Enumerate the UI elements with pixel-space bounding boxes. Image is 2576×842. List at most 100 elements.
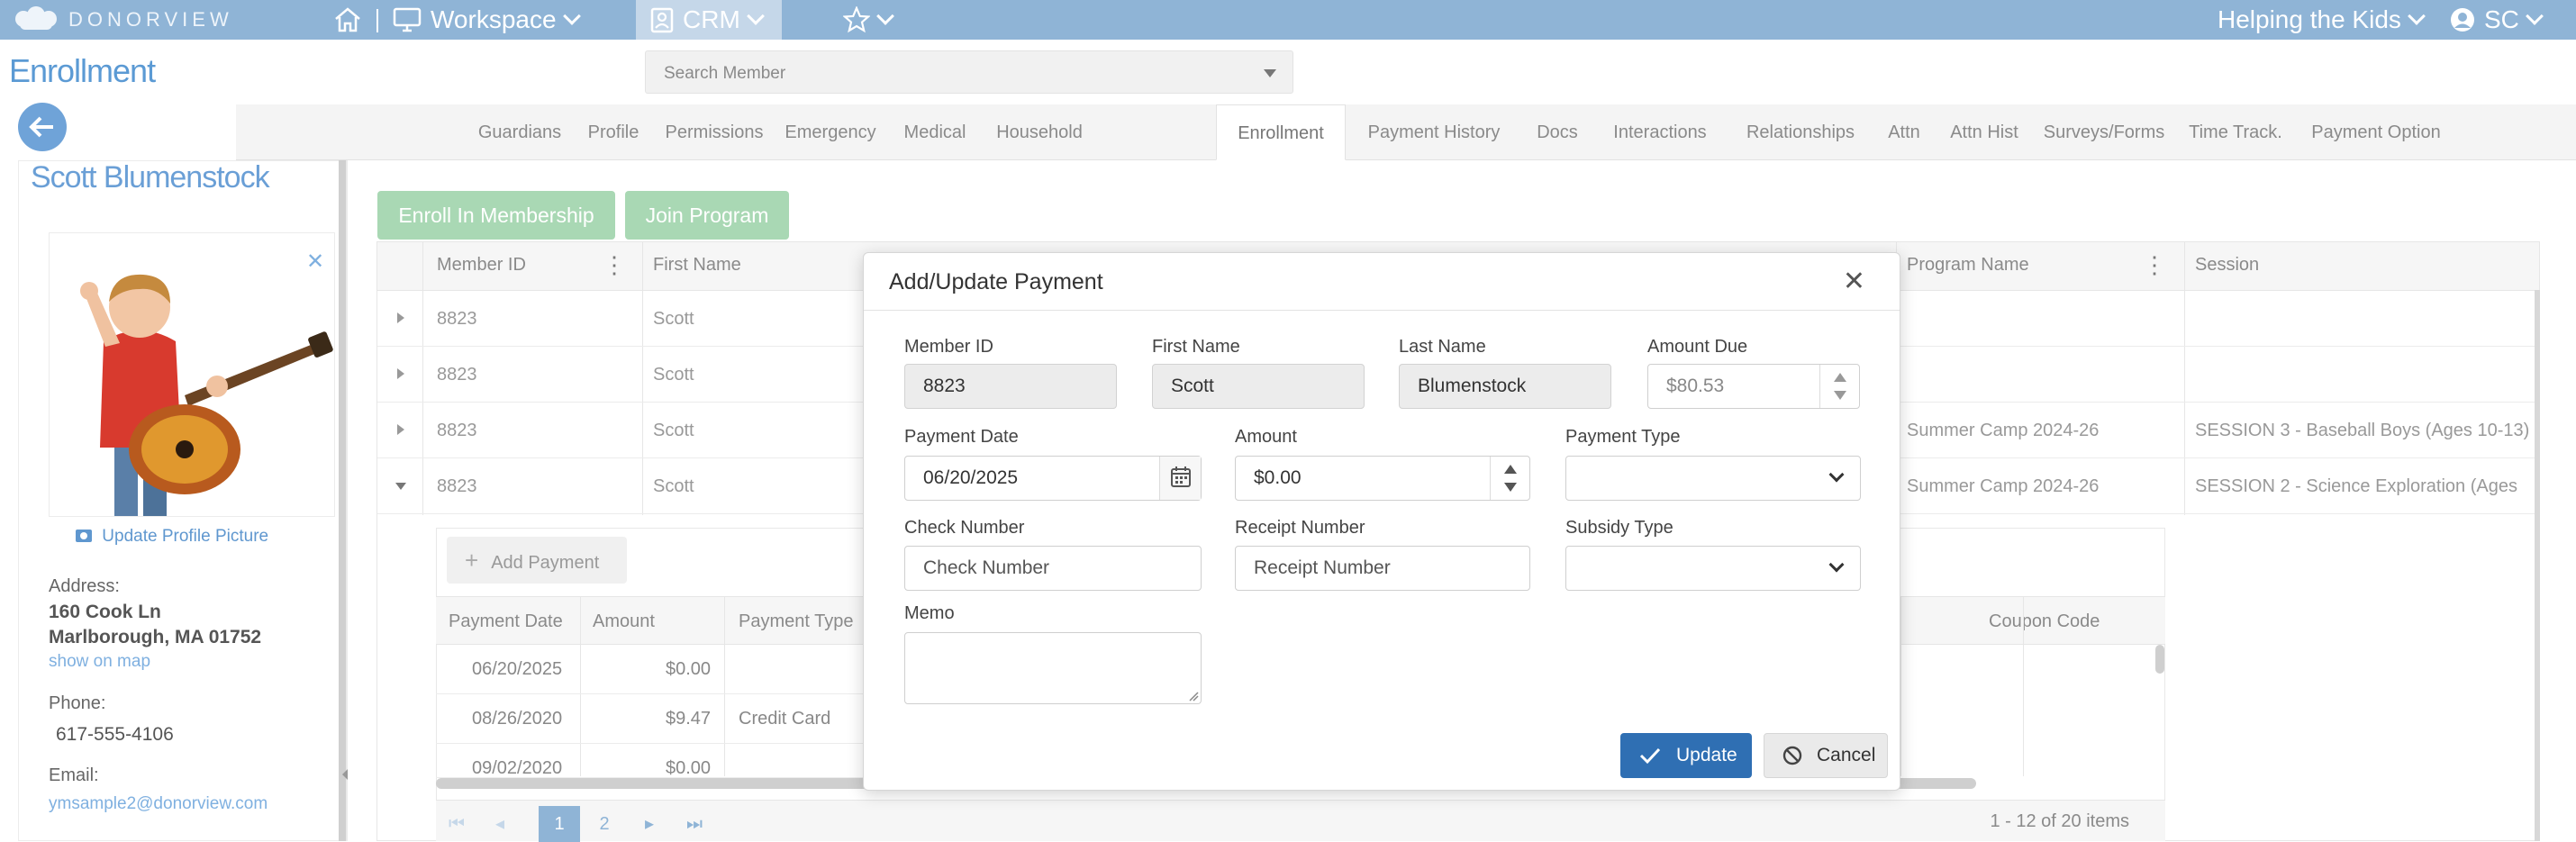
expand-icon[interactable]: [397, 312, 404, 323]
tab-payment-history[interactable]: Payment History: [1346, 104, 1522, 160]
user-circle-icon: [2451, 8, 2474, 32]
profile-photo: [49, 232, 335, 517]
pager-info: 1 - 12 of 20 items: [1990, 811, 2129, 831]
payment-type-select[interactable]: [1565, 456, 1861, 501]
payments-scrollbar[interactable]: [2155, 645, 2164, 674]
member-search-select[interactable]: Search Member: [645, 50, 1293, 94]
amount-field[interactable]: $0.00: [1235, 456, 1530, 501]
add-payment-button[interactable]: + Add Payment: [447, 537, 627, 584]
col-first-name[interactable]: First Name: [653, 255, 741, 276]
col-payment-date[interactable]: Payment Date: [449, 611, 563, 632]
update-button[interactable]: Update: [1620, 733, 1752, 778]
first-name-field[interactable]: Scott: [1152, 364, 1365, 409]
tab-permissions[interactable]: Permissions: [656, 104, 773, 160]
divider: [2023, 596, 2024, 776]
column-menu-icon[interactable]: ⋮: [603, 253, 626, 276]
cell-first-name: Scott: [653, 309, 694, 329]
modal-title: Add/Update Payment: [889, 269, 1103, 294]
col-payment-type[interactable]: Payment Type: [739, 611, 853, 632]
payment-date-field[interactable]: 06/20/2025: [904, 456, 1202, 501]
tab-docs[interactable]: Docs: [1522, 104, 1592, 160]
remove-photo-button[interactable]: ✕: [306, 249, 324, 275]
collapse-arrow-icon: [342, 769, 348, 780]
monitor-icon: [393, 7, 422, 32]
tab-payment-option[interactable]: Payment Option: [2297, 104, 2455, 160]
email-label: Email:: [49, 765, 99, 785]
tab-guardians[interactable]: Guardians: [468, 104, 571, 160]
col-coupon-code[interactable]: Coupon Code: [1989, 611, 2100, 632]
address-line2: Marlborough, MA 01752: [49, 627, 262, 647]
subsidy-type-select[interactable]: [1565, 546, 1861, 591]
payment-row[interactable]: 09/02/2020 $0.00: [436, 744, 868, 778]
chevron-down-icon: [2526, 7, 2544, 25]
tab-enrollment[interactable]: Enrollment: [1216, 104, 1346, 160]
page-1-button[interactable]: 1: [539, 806, 580, 842]
first-name-label: First Name: [1152, 337, 1240, 357]
tab-attn-hist[interactable]: Attn Hist: [1935, 104, 2034, 160]
crm-menu[interactable]: CRM: [636, 0, 782, 40]
tab-attn[interactable]: Attn: [1873, 104, 1935, 160]
left-scrollbar[interactable]: [339, 160, 346, 841]
page-2-button[interactable]: 2: [584, 806, 625, 842]
next-page-button[interactable]: ▸: [629, 806, 670, 842]
favorites-menu[interactable]: [843, 0, 894, 40]
close-icon[interactable]: ✕: [1843, 266, 1865, 297]
prev-page-button[interactable]: ◂: [479, 806, 521, 842]
expand-icon[interactable]: [397, 368, 404, 379]
column-menu-icon[interactable]: ⋮: [2143, 253, 2166, 276]
col-program-name[interactable]: Program Name: [1907, 255, 2029, 276]
enroll-membership-button[interactable]: Enroll In Membership: [377, 191, 615, 240]
search-placeholder: Search Member: [664, 64, 786, 83]
tab-medical[interactable]: Medical: [888, 104, 982, 160]
tab-emergency[interactable]: Emergency: [773, 104, 888, 160]
logo[interactable]: DONORVIEW: [13, 4, 233, 36]
calendar-button[interactable]: [1159, 457, 1201, 500]
cell-member-id: 8823: [437, 365, 477, 385]
org-label: Helping the Kids: [2218, 5, 2401, 33]
member-id-field[interactable]: 8823: [904, 364, 1117, 409]
cell-payment-date: 06/20/2025: [472, 659, 563, 679]
tab-time-track[interactable]: Time Track.: [2174, 104, 2297, 160]
user-menu[interactable]: SC: [2450, 0, 2544, 40]
resize-handle-icon[interactable]: [1188, 691, 1199, 702]
back-button[interactable]: [18, 103, 67, 151]
memo-textarea[interactable]: [904, 632, 1202, 704]
chevron-down-icon: [562, 7, 581, 25]
col-amount[interactable]: Amount: [593, 611, 655, 632]
join-program-button[interactable]: Join Program: [625, 191, 789, 240]
tab-profile[interactable]: Profile: [571, 104, 656, 160]
first-page-button[interactable]: ⏮: [436, 806, 477, 842]
update-profile-picture-link[interactable]: Update Profile Picture: [76, 527, 268, 547]
amount-due-field[interactable]: $80.53: [1647, 364, 1860, 409]
home-icon: [335, 7, 360, 32]
amount-stepper[interactable]: [1490, 457, 1529, 500]
check-number-input[interactable]: Check Number: [904, 546, 1202, 591]
last-page-button[interactable]: ⏭: [674, 806, 715, 842]
expand-icon[interactable]: [397, 424, 404, 435]
show-on-map-link[interactable]: show on map: [49, 652, 150, 672]
tab-interactions[interactable]: Interactions: [1592, 104, 1728, 160]
subsidy-type-label: Subsidy Type: [1565, 518, 1673, 538]
tab-relationships[interactable]: Relationships: [1728, 104, 1873, 160]
grid-scrollbar[interactable]: [2535, 290, 2540, 841]
tab-household[interactable]: Household: [982, 104, 1097, 160]
caret-down-icon: [1264, 69, 1276, 77]
panel-splitter[interactable]: [342, 160, 348, 841]
amount-due-label: Amount Due: [1647, 337, 1748, 357]
tab-surveys-forms[interactable]: Surveys/Forms: [2034, 104, 2174, 160]
workspace-menu[interactable]: Workspace: [393, 0, 581, 40]
cell-member-id: 8823: [437, 476, 477, 496]
payment-row[interactable]: 08/26/2020 $9.47 Credit Card: [436, 694, 868, 744]
email-link[interactable]: ymsample2@donorview.com: [49, 794, 268, 814]
home-button[interactable]: [333, 0, 362, 40]
payment-row[interactable]: 06/20/2025 $0.00: [436, 645, 868, 694]
org-menu[interactable]: Helping the Kids: [2218, 0, 2426, 40]
col-member-id[interactable]: Member ID: [437, 255, 526, 276]
col-session[interactable]: Session: [2195, 255, 2259, 276]
collapse-icon[interactable]: [395, 483, 406, 490]
cancel-button[interactable]: Cancel: [1764, 733, 1888, 778]
plus-icon: +: [465, 547, 479, 574]
last-name-field[interactable]: Blumenstock: [1399, 364, 1611, 409]
receipt-number-input[interactable]: Receipt Number: [1235, 546, 1530, 591]
amount-due-stepper[interactable]: [1819, 365, 1859, 408]
